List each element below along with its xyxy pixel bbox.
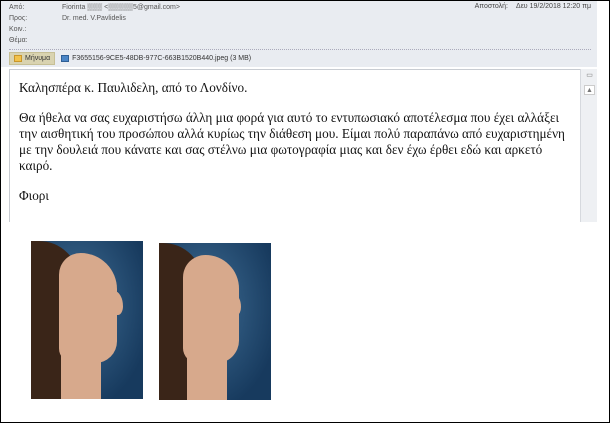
subject-row: Θέμα: <box>9 36 62 46</box>
sent-info: Αποστολή: Δευ 19/2/2018 12:20 πμ <box>467 3 591 10</box>
message-options-icon[interactable]: ▭ <box>584 71 595 81</box>
envelope-icon <box>14 55 22 62</box>
to-row: Προς: Dr. med. V.Pavlidelis <box>9 14 126 24</box>
before-photo <box>31 241 143 399</box>
attachment-bar: Μήνυμα F3655156-9CE5-48DB-977C-663B1520B… <box>9 52 251 65</box>
cc-label: Κοιν.: <box>9 26 27 33</box>
message-tab[interactable]: Μήνυμα <box>9 52 56 65</box>
sent-value: Δευ 19/2/2018 12:20 πμ <box>516 3 591 10</box>
from-value[interactable]: Fiorinta ▒▒▒ <▒▒▒▒▒5@gmail.com> <box>62 4 180 11</box>
from-label: Από: <box>9 4 25 11</box>
message-tab-label: Μήνυμα <box>25 55 51 62</box>
email-header: Από: Fiorinta ▒▒▒ <▒▒▒▒▒5@gmail.com> Προς… <box>1 1 597 67</box>
after-photo <box>159 243 271 400</box>
from-row: Από: Fiorinta ▒▒▒ <▒▒▒▒▒5@gmail.com> <box>9 3 180 13</box>
signature: Φιορι <box>19 188 49 203</box>
message-paragraph: Θα ήθελα να σας ευχαριστήσω άλλη μια φορ… <box>19 110 565 173</box>
cc-row: Κοιν.: <box>9 25 62 35</box>
image-file-icon <box>61 55 70 62</box>
to-label: Προς: <box>9 15 28 22</box>
attachment-file-name: F3655156-9CE5-48DB-977C-663B1520B440.jpe… <box>72 55 252 62</box>
attachment-file[interactable]: F3655156-9CE5-48DB-977C-663B1520B440.jpe… <box>61 55 251 62</box>
sent-label: Αποστολή: <box>474 3 509 10</box>
scroll-up-button[interactable]: ▲ <box>584 85 595 95</box>
scrollbar[interactable]: ▭ ▲ <box>580 69 597 222</box>
greeting: Καλησπέρα κ. Παυλιδελη, από το Λονδίνο. <box>19 80 248 95</box>
email-window: Από: Fiorinta ▒▒▒ <▒▒▒▒▒5@gmail.com> Προς… <box>1 1 597 222</box>
message-body[interactable]: Καλησπέρα κ. Παυλιδελη, από το Λονδίνο. … <box>9 69 580 222</box>
to-value[interactable]: Dr. med. V.Pavlidelis <box>62 15 126 22</box>
divider <box>9 49 591 50</box>
subject-label: Θέμα: <box>9 37 28 44</box>
